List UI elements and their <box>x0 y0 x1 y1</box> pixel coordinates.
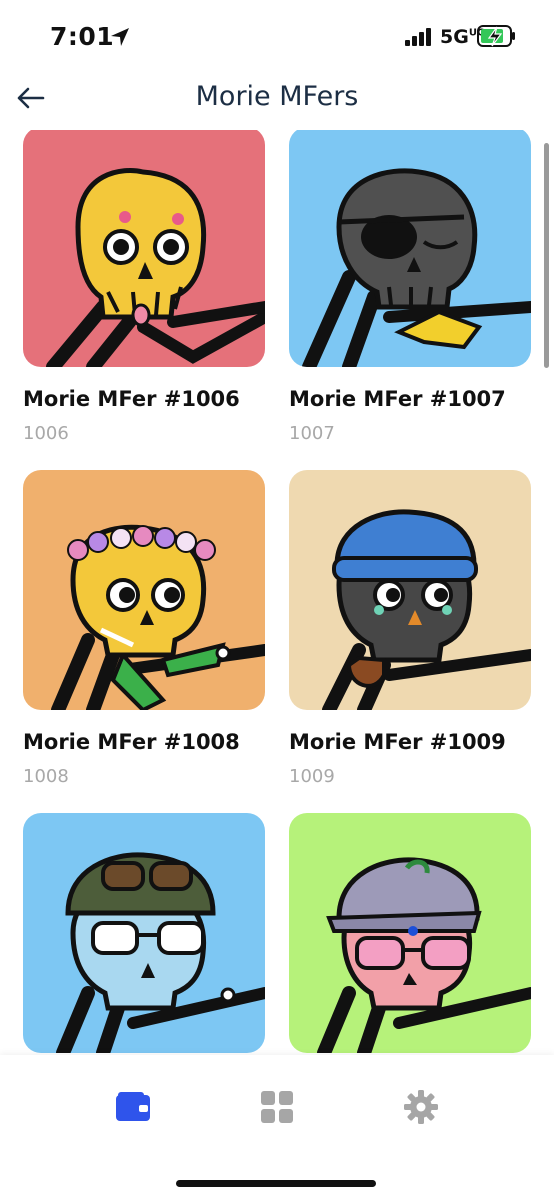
nft-image <box>289 470 531 710</box>
tab-wallet[interactable] <box>111 1085 155 1129</box>
nft-token-id: 1009 <box>289 766 335 787</box>
top-app-bar: Morie MFers <box>0 70 554 130</box>
nft-card[interactable] <box>23 813 265 1053</box>
tab-settings[interactable] <box>399 1085 443 1129</box>
nft-artwork <box>23 470 265 710</box>
gear-icon <box>404 1090 438 1124</box>
grid-icon <box>261 1091 293 1123</box>
nft-name: Morie MFer #1008 <box>23 730 240 754</box>
battery-charging-icon <box>477 25 515 47</box>
nft-card[interactable]: Morie MFer #1007 1007 <box>289 130 531 444</box>
nft-image <box>23 813 265 1053</box>
tab-collections[interactable] <box>255 1085 299 1129</box>
nft-image <box>289 813 531 1053</box>
nft-token-id: 1006 <box>23 423 69 444</box>
nft-token-id: 1008 <box>23 766 69 787</box>
nft-image <box>23 470 265 710</box>
scrollbar[interactable] <box>544 143 549 368</box>
location-arrow-icon <box>111 28 129 46</box>
nft-card[interactable]: Morie MFer #1009 1009 <box>289 470 531 787</box>
nft-grid: Morie MFer #1006 1006 Morie MFer #1007 1… <box>0 130 554 1055</box>
nft-name: Morie MFer #1007 <box>289 387 506 411</box>
nft-card[interactable]: Morie MFer #1008 1008 <box>23 470 265 787</box>
nft-image <box>23 130 265 367</box>
nft-artwork <box>23 813 265 1053</box>
nft-name: Morie MFer #1006 <box>23 387 240 411</box>
nft-token-id: 1007 <box>289 423 335 444</box>
nft-image <box>289 130 531 367</box>
wallet-icon <box>116 1092 150 1121</box>
nft-card[interactable]: Morie MFer #1006 1006 <box>23 130 265 444</box>
nft-card[interactable] <box>289 813 531 1053</box>
bottom-tab-bar <box>0 1055 554 1200</box>
nft-artwork <box>289 813 531 1053</box>
signal-bars-icon <box>405 28 431 46</box>
status-bar: 7:01 5GUC <box>0 0 554 70</box>
nft-artwork <box>289 470 531 710</box>
nft-artwork <box>289 130 531 367</box>
nft-name: Morie MFer #1009 <box>289 730 506 754</box>
status-time: 7:01 <box>50 22 115 51</box>
nft-artwork <box>23 130 265 367</box>
home-indicator <box>176 1180 376 1187</box>
page-title: Morie MFers <box>195 81 359 112</box>
